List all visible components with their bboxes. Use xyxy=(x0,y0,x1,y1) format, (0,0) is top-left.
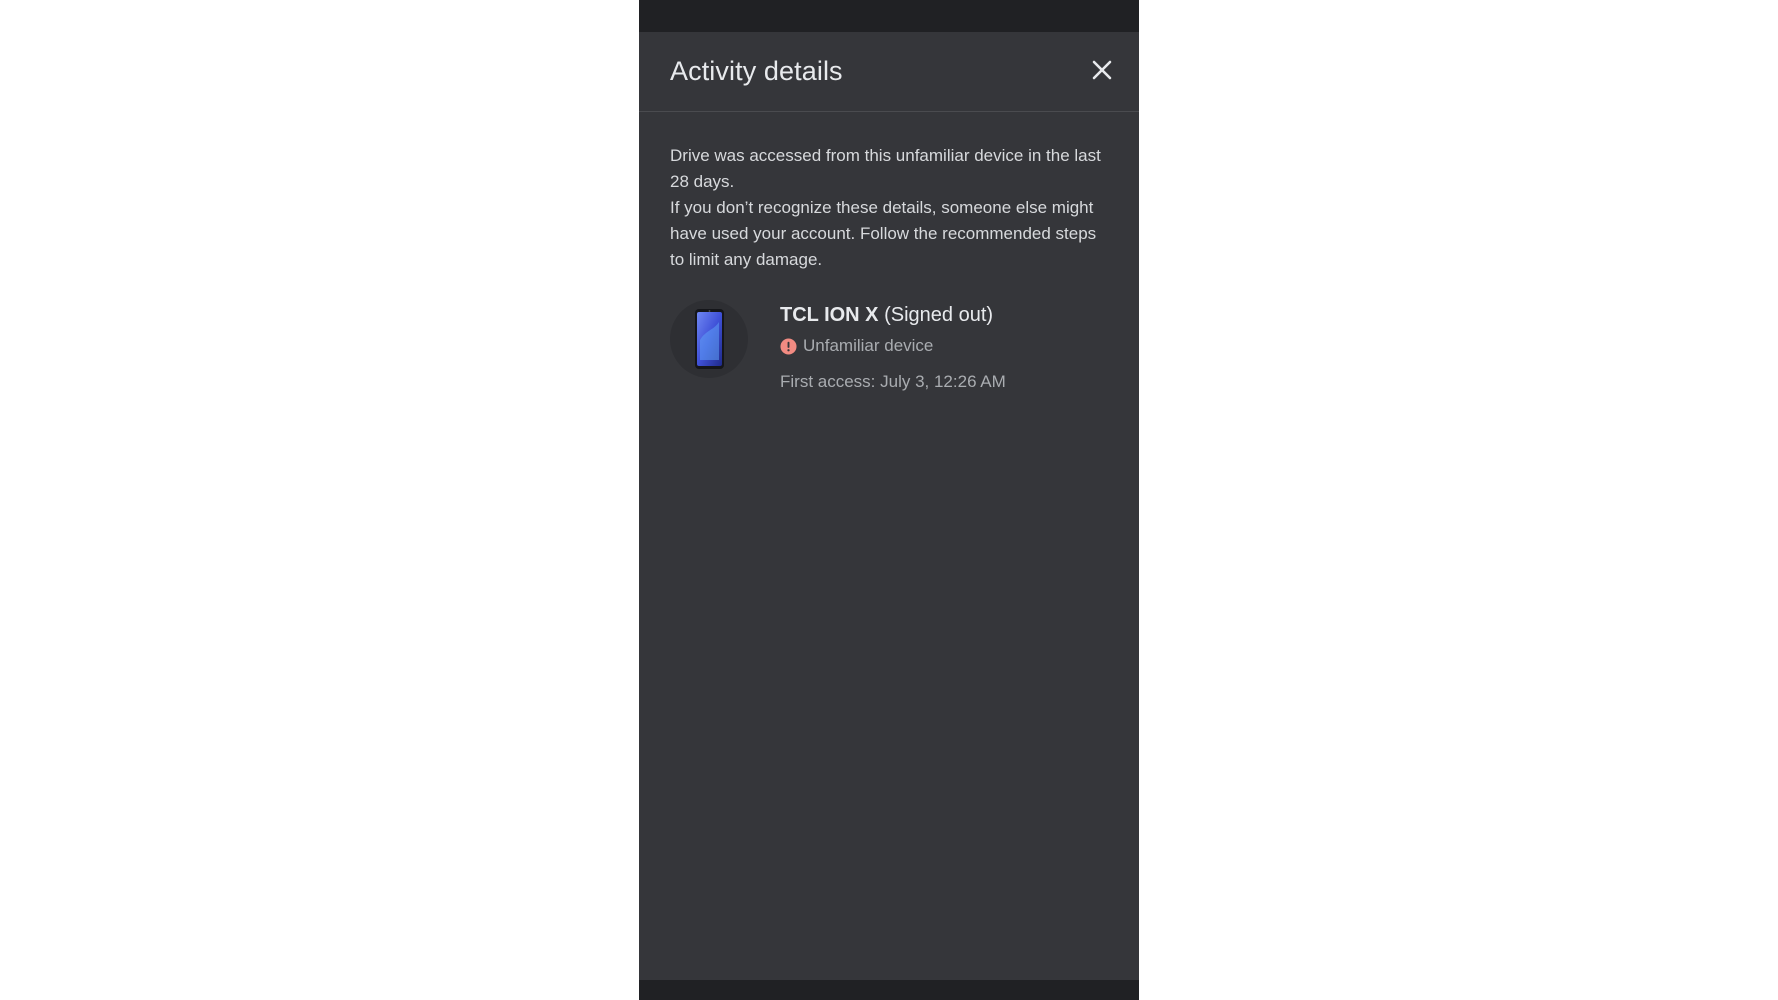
phone-icon xyxy=(695,309,724,369)
status-bar xyxy=(639,0,1139,32)
dialog-header: Activity details xyxy=(639,32,1139,112)
device-name: TCL ION X (Signed out) xyxy=(780,304,993,327)
close-icon xyxy=(1092,60,1112,80)
description-line: If you don’t recognize these details, so… xyxy=(670,198,1097,269)
page-title: Activity details xyxy=(670,56,843,86)
activity-details-screen: Activity details Drive was accessed from… xyxy=(639,0,1139,1000)
first-access-time: First access: July 3, 12:26 AM xyxy=(780,372,1006,391)
device-status-text: Unfamiliar device xyxy=(803,336,934,355)
device-state: (Signed out) xyxy=(884,304,994,326)
device-model: TCL ION X xyxy=(780,304,879,326)
device-status: Unfamiliar device xyxy=(780,336,933,356)
close-button[interactable] xyxy=(1085,53,1119,87)
alert-icon xyxy=(780,337,797,355)
description-line: Drive was accessed from this unfamiliar … xyxy=(670,146,1101,191)
navigation-bar xyxy=(639,980,1139,1000)
device-avatar xyxy=(670,300,748,378)
activity-description: Drive was accessed from this unfamiliar … xyxy=(670,143,1110,273)
device-entry[interactable]: TCL ION X (Signed out) Unfamiliar device… xyxy=(670,300,1110,400)
